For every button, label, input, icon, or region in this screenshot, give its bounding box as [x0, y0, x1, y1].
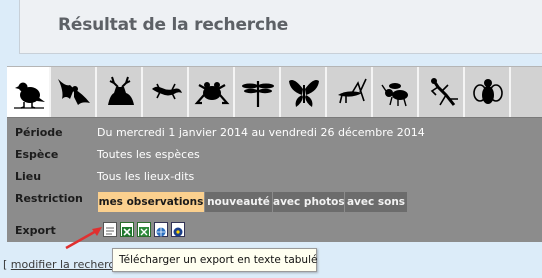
deer-icon	[108, 76, 134, 105]
modify-search-link[interactable]: modifier la recherche	[11, 258, 128, 271]
tab-mantids[interactable]	[421, 67, 465, 117]
lieu-label: Lieu	[15, 170, 42, 183]
espece-label: Espèce	[15, 148, 59, 161]
restriction-nouveaute-button[interactable]: nouveauté	[205, 192, 272, 212]
restriction-mes-observations-button[interactable]: mes observations	[98, 192, 204, 212]
periode-value: Du mercredi 1 janvier 2014 au vendredi 2…	[97, 126, 425, 139]
tab-orthoptera[interactable]	[329, 67, 373, 117]
tab-reptiles[interactable]	[145, 67, 189, 117]
espece-value: Toutes les espèces	[97, 148, 200, 161]
grasshopper-icon	[338, 78, 367, 104]
pointer-arrow-icon	[65, 227, 102, 250]
tab-bats[interactable]	[53, 67, 97, 117]
fly-icon	[473, 79, 503, 104]
tab-birds[interactable]	[7, 67, 51, 117]
frog-icon	[194, 82, 230, 105]
dragonfly-icon	[242, 81, 274, 107]
tab-other-insects[interactable]	[467, 67, 511, 117]
page-title: Résultat de la recherche	[58, 15, 289, 35]
tab-butterflies[interactable]	[283, 67, 327, 117]
excel-xls-icon[interactable]	[120, 222, 134, 237]
export-label: Export	[15, 224, 56, 237]
restriction-avec-photos-button[interactable]: avec photos	[273, 192, 345, 212]
periode-label: Période	[15, 126, 63, 139]
restriction-label: Restriction	[15, 192, 83, 205]
tab-odonates[interactable]	[237, 67, 281, 117]
restriction-avec-sons-button[interactable]: avec sons	[345, 192, 407, 212]
excel-xlsx-icon[interactable]	[137, 222, 151, 237]
tab-amphibians[interactable]	[191, 67, 235, 117]
bee-icon	[381, 83, 408, 107]
taxon-tabs	[7, 66, 542, 118]
modify-search: [ modifier la recherche	[3, 258, 128, 271]
gps-file-icon[interactable]	[171, 222, 185, 237]
kml-globe-icon[interactable]	[154, 222, 168, 237]
bird-icon	[14, 82, 45, 109]
lieu-value: Tous les lieux-dits	[97, 170, 195, 183]
bat-icon	[58, 79, 90, 105]
tab-hymenoptera[interactable]	[375, 67, 419, 117]
modify-bracket: [	[3, 258, 11, 271]
page-header: Résultat de la recherche	[19, 0, 542, 54]
export-tooltip: Télécharger un export en texte tabulé	[112, 248, 317, 272]
lizard-icon	[152, 83, 182, 100]
butterfly-icon	[289, 80, 319, 107]
mantis-icon	[430, 78, 458, 106]
tab-mammals[interactable]	[99, 67, 143, 117]
